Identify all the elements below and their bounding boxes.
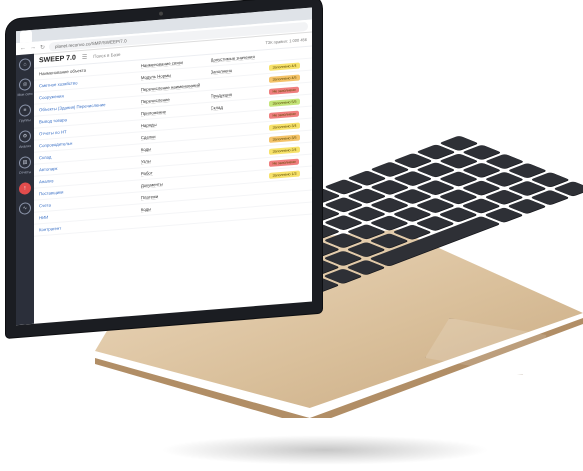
status-cell (269, 52, 307, 55)
value-cell[interactable] (211, 151, 270, 156)
status-badge: Заполнено 3/5 (269, 134, 300, 143)
network-icon[interactable]: ◎ (19, 78, 31, 91)
status-badge: Заполнено 4/5 (269, 74, 300, 83)
value-cell[interactable] (211, 187, 270, 192)
chart-icon[interactable]: ▥ (19, 156, 31, 169)
value-cell[interactable] (211, 127, 270, 132)
status-cell: Заполнено 3/4 (269, 121, 307, 131)
browser-tab[interactable] (20, 29, 32, 43)
menu-icon[interactable]: ≡ (19, 104, 31, 117)
status-badge: Не заполнено (269, 86, 299, 95)
rail-label: Группы (19, 118, 31, 123)
rail-label: Отчёты (18, 169, 32, 175)
app-title: SWEEP 7.0 (39, 53, 76, 64)
value-cell[interactable] (211, 79, 270, 84)
search-input[interactable]: Поиск в Базе (93, 51, 120, 58)
value-cell[interactable]: Продукция (211, 89, 270, 99)
value-cell[interactable]: Склад (211, 101, 270, 111)
forward-arrow-icon[interactable]: → (30, 45, 36, 51)
status-badge: Заполнено 3/4 (269, 122, 300, 131)
value-cell[interactable]: Заполнено (211, 65, 270, 75)
header-meta: ТЗК правил: 1 000 456 (265, 36, 307, 45)
home-icon[interactable]: ⌂ (19, 58, 31, 71)
gear-icon[interactable]: ⚙ (19, 130, 31, 143)
main-panel: SWEEP 7.0 ☰ Поиск в Базе ТЗК правил: 1 0… (34, 31, 312, 324)
chart-line-icon[interactable]: ∿ (19, 202, 31, 215)
status-cell: Не заполнено (269, 109, 307, 119)
status-badge: Заполнено 2/4 (269, 146, 300, 155)
status-cell: Не заполнено (269, 157, 307, 167)
status-cell: Заполнено 2/4 (269, 145, 307, 155)
status-badge: Заполнено 4/4 (269, 62, 300, 71)
value-cell[interactable] (211, 139, 270, 144)
back-arrow-icon[interactable]: ← (20, 45, 26, 51)
status-badge: Не заполнено (269, 110, 299, 119)
rail-label: Мои сети (17, 91, 33, 98)
value-cell[interactable] (211, 199, 270, 204)
value-cell: Допустимые значения (210, 54, 255, 63)
status-cell (269, 184, 307, 187)
value-cell[interactable] (211, 175, 270, 180)
app: ⌂ ◎ Мои сети ≡ Группы ⚙ Анализ ▥ Отчёты! ∿ SWEEP … (16, 31, 312, 326)
status-cell (269, 208, 307, 211)
laptop-screen: ← → ↻ planet.reconvo.co/SMP/SWEEP/7.0 ⌂ ◎… (16, 7, 312, 326)
status-cell: Заполнено 3/5 (269, 133, 307, 143)
value-cell[interactable] (211, 115, 270, 120)
relation-cell[interactable] (141, 216, 211, 222)
alert-icon[interactable]: ! (19, 182, 31, 195)
camera-icon (159, 11, 163, 16)
laptop-scene: ← → ↻ planet.reconvo.co/SMP/SWEEP/7.0 ⌂ ◎… (0, 0, 583, 471)
status-badge: Заполнено 1/3 (269, 170, 300, 179)
status-cell: Заполнено 5/5 (269, 97, 307, 107)
left-rail: ⌂ ◎ Мои сети ≡ Группы ⚙ Анализ ▥ Отчёты! ∿ (16, 53, 34, 326)
data-table: Наименование объекта Наименование связи До… (34, 46, 312, 324)
status-cell: Не заполнено (269, 85, 307, 95)
status-badge: Не заполнено (269, 158, 299, 167)
menu-icon[interactable]: ☰ (82, 53, 87, 60)
status-cell (269, 196, 307, 199)
status-cell: Заполнено 4/4 (269, 61, 307, 71)
value-cell[interactable] (211, 211, 270, 216)
value-cell[interactable] (211, 163, 270, 168)
rail-label: Анализ (19, 144, 31, 149)
status-badge: Заполнено 5/5 (269, 98, 300, 107)
laptop-lid: ← → ↻ planet.reconvo.co/SMP/SWEEP/7.0 ⌂ ◎… (6, 0, 322, 338)
laptop-shadow (160, 435, 490, 465)
status-cell: Заполнено 1/3 (269, 169, 307, 179)
status-cell: Заполнено 4/5 (269, 73, 307, 83)
reload-icon[interactable]: ↻ (40, 43, 45, 50)
